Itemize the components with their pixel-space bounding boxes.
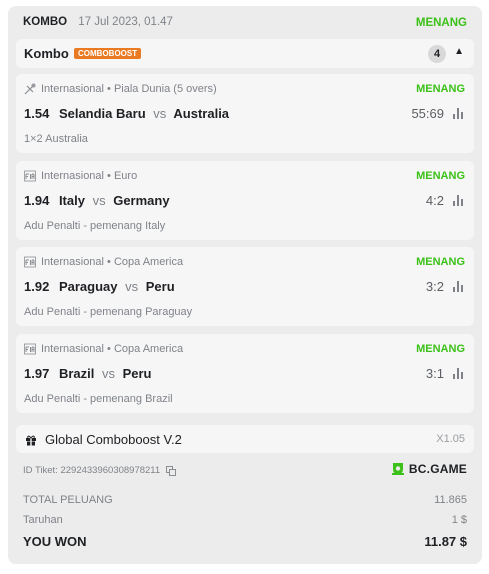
leg-odds: 1.94 [24,193,50,208]
leg-item[interactable]: Internasional • Copa America MENANG 1.92… [16,247,474,326]
leg-market: Adu Penalti - pemenang Brazil [24,393,173,405]
fifa-icon [24,170,36,182]
leg-item[interactable]: Internasional • Piala Dunia (5 overs) ME… [16,74,474,153]
leg-home-team: Selandia Baru [58,106,146,121]
leg-meta: Internasional • Copa America [24,256,183,268]
leg-away-team: Peru [145,279,175,294]
leg-market: 1×2 Australia [24,133,88,145]
leg-home-team: Brazil [58,366,95,381]
payout-label: YOU WON [23,534,87,549]
stats-icon[interactable] [453,281,465,292]
leg-match: 1.92 Paraguay vs Peru [24,279,175,294]
leg-vs: vs [92,193,106,208]
leg-home-team: Paraguay [58,279,118,294]
leg-tournament: Euro [113,170,138,182]
leg-status: MENANG [416,170,465,182]
stats-icon[interactable] [453,108,465,119]
leg-match: 1.94 Italy vs Germany [24,193,170,208]
fifa-icon [24,343,36,355]
leg-score: 3:1 [425,366,444,381]
leg-vs: vs [101,366,115,381]
comboboost-badge: COMBOBOOST [74,48,142,59]
leg-vs: vs [153,106,167,121]
copy-icon[interactable] [166,465,177,476]
brand-logo: BC.GAME [390,461,467,477]
separator-dot: • [104,83,114,95]
leg-market: Adu Penalti - pemenang Paraguay [24,306,193,318]
leg-meta: Internasional • Piala Dunia (5 overs) [24,83,217,95]
separator-dot: • [104,170,114,182]
leg-item[interactable]: Internasional • Euro MENANG 1.94 Italy v… [16,161,474,240]
leg-tournament: Copa America [113,256,184,268]
leg-tournament: Copa America [113,343,184,355]
leg-odds: 1.92 [24,279,50,294]
brand-name: BC.GAME [408,462,467,476]
leg-score: 55:69 [411,106,444,121]
separator-dot: • [104,343,114,355]
leg-vs: vs [125,279,139,294]
leg-away-team: Peru [122,366,152,381]
leg-category: Internasional [41,83,104,95]
payout-value: 11.87 $ [424,534,467,549]
fifa-icon [24,256,36,268]
bet-header: KOMBO 17 Jul 2023, 01.47 MENANG [23,16,467,32]
ticket-id-label: ID Tiket: [23,465,58,476]
bcgame-logo-icon [390,461,406,477]
leg-category: Internasional [41,256,104,268]
leg-count-badge: 4 [428,45,446,63]
kombo-toggle[interactable]: Kombo COMBOBOOST 4 ▲ [16,39,474,68]
ticket-id: ID Tiket: 2292433960308978211 [23,465,177,476]
bet-status: MENANG [415,17,467,29]
stake-value: 1 $ [451,514,467,526]
leg-meta: Internasional • Copa America [24,343,183,355]
bet-slip-card: KOMBO 17 Jul 2023, 01.47 MENANG Kombo CO… [8,6,482,564]
payout-row: YOU WON 11.87 $ [23,534,467,549]
tennis-shuttle-icon [24,83,36,95]
leg-match: 1.54 Selandia Baru vs Australia [24,106,229,121]
leg-away-team: Germany [113,193,170,208]
separator-dot: • [104,256,114,268]
leg-home-team: Italy [58,193,85,208]
stats-icon[interactable] [453,195,465,206]
total-odds-label: TOTAL PELUANG [23,494,113,506]
leg-status: MENANG [416,83,465,95]
leg-score: 4:2 [425,193,444,208]
bet-type: KOMBO [23,16,68,28]
leg-item[interactable]: Internasional • Copa America MENANG 1.97… [16,334,474,413]
leg-meta: Internasional • Euro [24,170,137,182]
leg-odds: 1.54 [24,106,50,121]
ticket-id-value: 2292433960308978211 [60,465,161,476]
leg-tournament: Piala Dunia (5 overs) [113,83,217,95]
stats-icon[interactable] [453,368,465,379]
caret-up-icon[interactable]: ▲ [454,46,464,57]
leg-match: 1.97 Brazil vs Peru [24,366,152,381]
leg-score: 3:2 [425,279,444,294]
leg-status: MENANG [416,256,465,268]
global-comboboost-row: Global Comboboost V.2 X1.05 [16,425,474,453]
kombo-title: Kombo [24,46,69,61]
stake-row: Taruhan 1 $ [23,514,467,526]
leg-market: Adu Penalti - pemenang Italy [24,220,166,232]
total-odds-value: 11.865 [434,494,467,506]
leg-category: Internasional [41,343,104,355]
stake-label: Taruhan [23,514,63,526]
leg-status: MENANG [416,343,465,355]
leg-category: Internasional [41,170,104,182]
total-odds-row: TOTAL PELUANG 11.865 [23,494,467,506]
gift-icon [25,433,37,446]
bet-date: 17 Jul 2023, 01.47 [78,16,173,28]
leg-away-team: Australia [173,106,230,121]
global-comboboost-label: Global Comboboost V.2 [45,432,182,447]
leg-odds: 1.97 [24,366,50,381]
global-comboboost-multiplier: X1.05 [436,433,465,445]
